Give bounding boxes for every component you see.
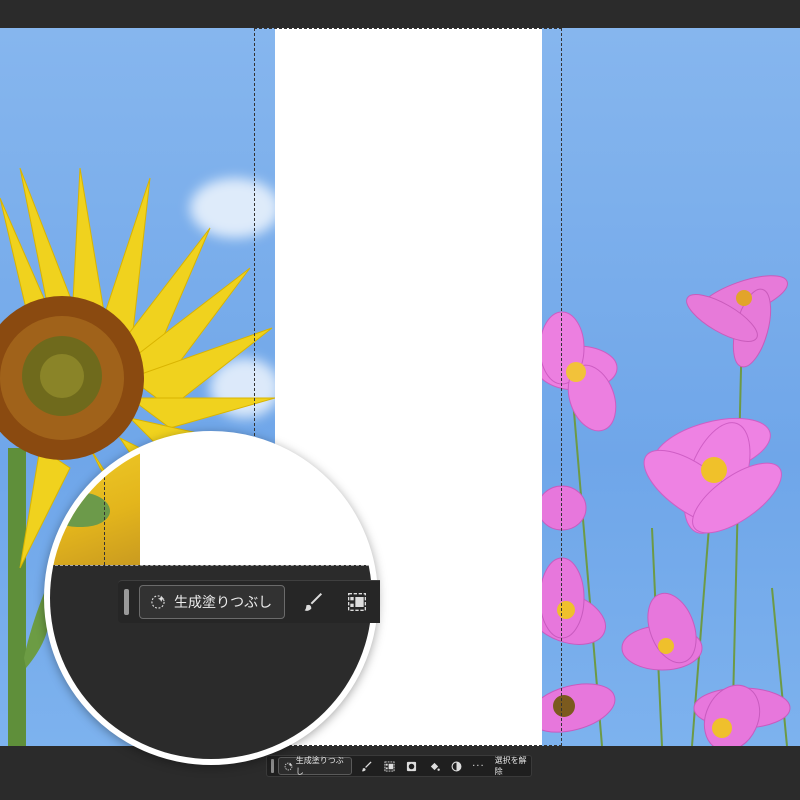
- brush-icon[interactable]: [360, 758, 375, 774]
- generative-fill-button[interactable]: 生成塗りつぶし: [277, 756, 352, 776]
- sparkle-icon: [150, 594, 166, 610]
- transform-icon[interactable]: [382, 758, 397, 774]
- contrast-icon[interactable]: [450, 758, 465, 774]
- drag-handle[interactable]: [271, 759, 274, 773]
- deselect-button[interactable]: 選択を解除: [495, 755, 531, 777]
- sparkle-icon: [284, 762, 293, 771]
- magnified-generative-fill-label: 生成塗りつぶし: [174, 595, 273, 611]
- magnified-selection-edge: [104, 437, 106, 565]
- magnified-generative-fill-button: 生成塗りつぶし: [139, 585, 286, 619]
- cosmos-flowers-image: [542, 275, 791, 746]
- magnified-drag-handle: [124, 589, 129, 615]
- magnified-contextual-task-bar: 生成塗りつぶし: [118, 580, 380, 623]
- more-options-button[interactable]: ···: [472, 761, 485, 772]
- top-menu-bar: [0, 0, 800, 28]
- brush-icon: [303, 592, 323, 612]
- magnified-sunflower-leaf: [50, 492, 110, 527]
- transform-icon: [347, 592, 367, 612]
- mask-icon[interactable]: [405, 758, 420, 774]
- fill-bucket-icon[interactable]: [427, 758, 442, 774]
